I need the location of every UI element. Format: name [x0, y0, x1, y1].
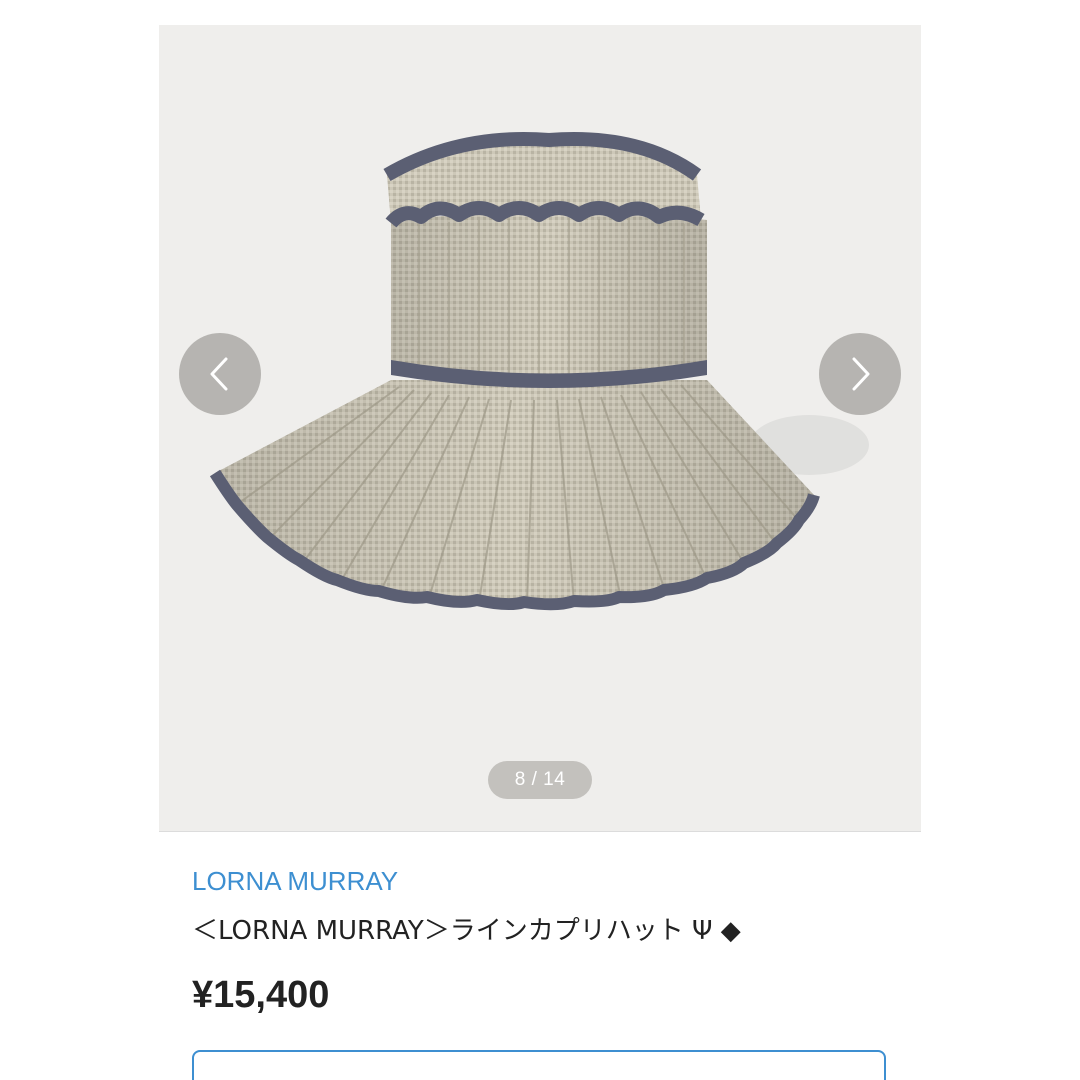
chevron-right-icon — [852, 357, 870, 391]
brand-link[interactable]: LORNA MURRAY — [192, 865, 398, 897]
page: 8 / 14 LORNA MURRAY ＜LORNA MURRAY＞ラインカプリ… — [0, 0, 1080, 1080]
image-gallery[interactable]: 8 / 14 — [159, 25, 921, 832]
product-card: 8 / 14 LORNA MURRAY ＜LORNA MURRAY＞ラインカプリ… — [159, 25, 921, 1080]
action-button[interactable] — [192, 1050, 886, 1080]
product-image — [209, 132, 869, 611]
product-title: ＜LORNA MURRAY＞ラインカプリハット Ψ ◆ — [192, 916, 741, 946]
previous-image-button[interactable] — [179, 333, 261, 415]
chevron-left-icon — [210, 357, 228, 391]
search-icon[interactable] — [848, 0, 892, 8]
product-price: ¥15,400 — [192, 974, 330, 1016]
image-counter: 8 / 14 — [488, 761, 592, 799]
next-image-button[interactable] — [819, 333, 901, 415]
